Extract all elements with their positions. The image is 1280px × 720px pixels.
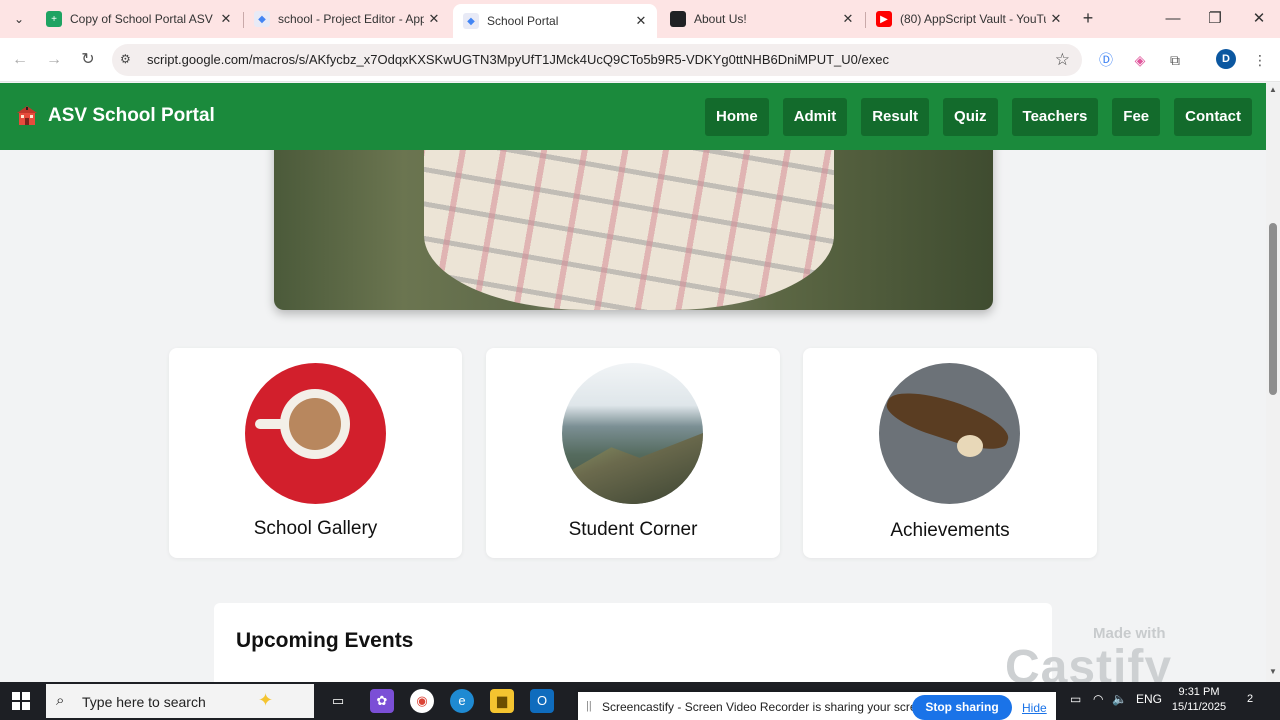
card-achievements[interactable]: Achievements bbox=[803, 348, 1097, 558]
nav-home[interactable]: Home bbox=[705, 98, 769, 136]
reload-icon[interactable]: ↻ bbox=[76, 48, 100, 72]
battery-icon[interactable]: ▭ bbox=[1070, 692, 1081, 706]
forward-icon[interactable]: → bbox=[42, 48, 66, 72]
apps-script-favicon-icon: ◆ bbox=[254, 11, 270, 27]
minimize-icon[interactable]: — bbox=[1158, 6, 1188, 32]
school-building-icon bbox=[17, 106, 37, 125]
youtube-favicon-icon: ▶ bbox=[876, 11, 892, 27]
search-placeholder: Type here to search bbox=[82, 694, 206, 710]
outlook-icon[interactable]: O bbox=[530, 689, 554, 713]
scroll-down-icon[interactable]: ▼ bbox=[1269, 667, 1277, 676]
card-student-corner[interactable]: Student Corner bbox=[486, 348, 780, 558]
site-header: ASV School Portal Home Admit Result Quiz… bbox=[0, 83, 1266, 150]
card-label: School Gallery bbox=[253, 518, 378, 539]
wifi-icon[interactable]: ◠ bbox=[1093, 692, 1103, 706]
sharing-message: Screencastify - Screen Video Recorder is… bbox=[602, 700, 934, 714]
close-tab-icon[interactable]: ✕ bbox=[838, 11, 858, 27]
search-icon: ⌕ bbox=[56, 692, 65, 709]
chrome-icon[interactable]: ◉ bbox=[410, 689, 434, 713]
stop-sharing-button[interactable]: Stop sharing bbox=[912, 695, 1012, 720]
eagle-image bbox=[879, 363, 1020, 504]
page-viewport: ASV School Portal Home Admit Result Quiz… bbox=[0, 83, 1266, 682]
hero-image bbox=[274, 123, 993, 310]
copilot-icon[interactable]: ✿ bbox=[370, 689, 394, 713]
close-tab-icon[interactable]: ✕ bbox=[631, 13, 651, 29]
tab-project-editor[interactable]: ◆ school - Project Editor - App ✕ bbox=[244, 4, 450, 34]
clock-date: 15/11/2025 bbox=[1171, 701, 1227, 713]
taskbar-search[interactable]: ⌕ Type here to search ✦ bbox=[46, 684, 314, 718]
windows-start-icon[interactable] bbox=[12, 692, 30, 710]
drag-handle-icon[interactable]: || bbox=[586, 700, 592, 712]
screen-sharing-bar: || Screencastify - Screen Video Recorder… bbox=[578, 692, 1056, 720]
sparkle-icon: ✦ bbox=[258, 690, 274, 710]
edge-icon[interactable]: e bbox=[450, 689, 474, 713]
sheets-favicon-icon: + bbox=[46, 11, 62, 27]
upcoming-events-section: Upcoming Events bbox=[214, 603, 1052, 682]
tab-search-chevron-icon[interactable]: ⌄ bbox=[8, 8, 30, 30]
close-tab-icon[interactable]: ✕ bbox=[424, 11, 444, 27]
hero-blanket-picture bbox=[424, 123, 834, 310]
nav-admit[interactable]: Admit bbox=[782, 98, 848, 136]
nav-result[interactable]: Result bbox=[861, 98, 930, 136]
close-window-icon[interactable]: ✕ bbox=[1244, 6, 1274, 32]
site-title: ASV School Portal bbox=[48, 105, 215, 126]
address-toolbar: ← → ↻ ⚙ script.google.com/macros/s/AKfyc… bbox=[0, 38, 1280, 82]
back-icon[interactable]: ← bbox=[8, 48, 32, 72]
tab-title: School Portal bbox=[487, 14, 559, 28]
site-info-icon[interactable]: ⚙ bbox=[120, 52, 131, 66]
tab-strip: ⌄ + Copy of School Portal ASV - ✕ ◆ scho… bbox=[0, 0, 1280, 38]
mountain-image bbox=[562, 363, 703, 504]
nav-fee[interactable]: Fee bbox=[1112, 98, 1161, 136]
apps-script-favicon-icon: ◆ bbox=[463, 13, 479, 29]
new-tab-icon[interactable]: + bbox=[1078, 8, 1098, 30]
extensions-puzzle-icon[interactable]: ⧉ bbox=[1163, 48, 1187, 72]
nav-contact[interactable]: Contact bbox=[1174, 98, 1252, 136]
close-tab-icon[interactable]: ✕ bbox=[1046, 11, 1066, 27]
tab-title: About Us! bbox=[694, 12, 747, 26]
tab-about-us[interactable]: About Us! ✕ bbox=[660, 4, 864, 34]
extension-screencastify-icon[interactable]: ◈ bbox=[1128, 48, 1152, 72]
profile-avatar[interactable]: D bbox=[1216, 49, 1236, 69]
main-nav: Home Admit Result Quiz Teachers Fee Cont… bbox=[705, 98, 1252, 136]
section-heading: Upcoming Events bbox=[236, 629, 414, 652]
bookmark-star-icon[interactable]: ☆ bbox=[1055, 50, 1070, 70]
tab-title: (80) AppScript Vault - YouTu bbox=[900, 12, 1046, 26]
browser-menu-icon[interactable]: ⋮ bbox=[1248, 48, 1272, 72]
tab-title: school - Project Editor - App bbox=[278, 12, 424, 26]
page-scrollbar[interactable]: ▲ ▼ bbox=[1266, 83, 1280, 682]
notification-icon[interactable]: 2 bbox=[1240, 693, 1260, 709]
clock-time: 9:31 PM bbox=[1178, 686, 1220, 698]
task-view-icon[interactable]: ▭ bbox=[326, 689, 350, 713]
hide-link[interactable]: Hide bbox=[1022, 701, 1047, 715]
file-explorer-icon[interactable]: ▆ bbox=[490, 689, 514, 713]
volume-icon[interactable]: 🔈 bbox=[1112, 692, 1127, 706]
scrollbar-thumb[interactable] bbox=[1269, 223, 1277, 395]
close-tab-icon[interactable]: ✕ bbox=[216, 11, 236, 27]
card-label: Student Corner bbox=[568, 519, 698, 540]
taskbar-clock[interactable]: 9:31 PM 15/11/2025 bbox=[1170, 685, 1228, 715]
restore-icon[interactable]: ❐ bbox=[1200, 6, 1230, 32]
page-favicon-icon bbox=[670, 11, 686, 27]
address-bar[interactable]: ⚙ script.google.com/macros/s/AKfycbz_x7O… bbox=[112, 44, 1082, 76]
card-school-gallery[interactable]: School Gallery bbox=[169, 348, 462, 558]
extension-d-icon[interactable]: Ⓓ bbox=[1094, 48, 1118, 72]
tab-youtube[interactable]: ▶ (80) AppScript Vault - YouTu ✕ bbox=[866, 4, 1072, 34]
coffee-cup-image bbox=[245, 363, 386, 504]
url-text[interactable]: script.google.com/macros/s/AKfycbz_x7Odq… bbox=[147, 52, 889, 67]
nav-quiz[interactable]: Quiz bbox=[943, 98, 998, 136]
card-label: Achievements bbox=[890, 520, 1010, 541]
tab-copy-of-school-portal[interactable]: + Copy of School Portal ASV - ✕ bbox=[36, 4, 242, 34]
nav-teachers[interactable]: Teachers bbox=[1011, 98, 1099, 136]
language-indicator[interactable]: ENG bbox=[1136, 692, 1162, 706]
tab-title: Copy of School Portal ASV - bbox=[70, 12, 216, 26]
scroll-up-icon[interactable]: ▲ bbox=[1269, 85, 1277, 94]
tab-school-portal[interactable]: ◆ School Portal ✕ bbox=[453, 4, 657, 38]
site-brand[interactable]: ASV School Portal bbox=[16, 105, 215, 127]
notification-count: 2 bbox=[1246, 693, 1254, 705]
